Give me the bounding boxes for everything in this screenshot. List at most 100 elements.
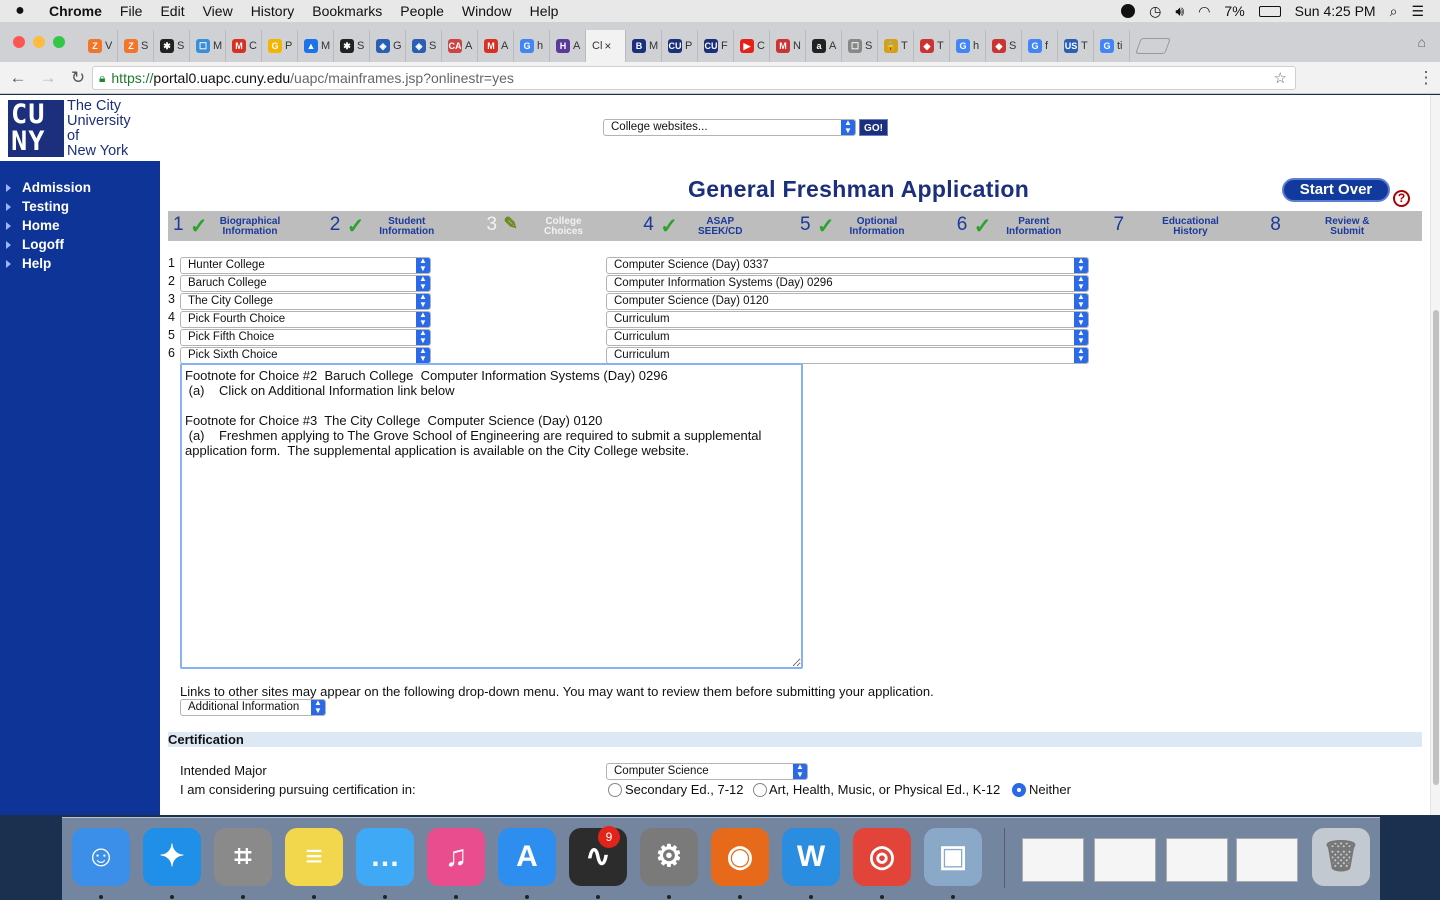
browser-tab[interactable]: MC bbox=[226, 30, 262, 62]
step-7[interactable]: 7 Educational History bbox=[1109, 211, 1266, 241]
battery-icon[interactable] bbox=[1258, 5, 1281, 17]
safari-icon[interactable]: ✦ bbox=[143, 828, 201, 886]
browser-tab[interactable]: ▲ M bbox=[298, 30, 334, 62]
college-choice-select[interactable]: Baruch College ▲ ▼ bbox=[180, 275, 431, 292]
close-window-icon[interactable] bbox=[13, 36, 25, 48]
finder-icon[interactable]: ☺ bbox=[72, 828, 130, 886]
sidebar-item-admission[interactable]: Admission bbox=[6, 178, 160, 197]
radio-secondary-ed-label[interactable]: Secondary Ed., 7-12 bbox=[625, 782, 744, 797]
browser-tab[interactable]: MA bbox=[478, 30, 514, 62]
menu-edit[interactable]: Edit bbox=[151, 3, 193, 19]
browser-tab[interactable]: Gh bbox=[950, 30, 986, 62]
browser-tab[interactable]: ✱ S bbox=[334, 30, 370, 62]
menu-history[interactable]: History bbox=[242, 3, 304, 19]
page-scrollbar[interactable] bbox=[1430, 95, 1440, 815]
time-machine-icon[interactable]: ◷ bbox=[1149, 3, 1161, 20]
browser-tab[interactable]: ◈ G bbox=[370, 30, 406, 62]
radio-secondary-ed[interactable] bbox=[608, 783, 622, 797]
wifi-icon[interactable]: ◠ bbox=[1198, 3, 1210, 20]
browser-tab[interactable]: HA bbox=[550, 30, 586, 62]
itunes-icon[interactable]: ♫ bbox=[427, 828, 485, 886]
menu-window[interactable]: Window bbox=[453, 3, 521, 19]
radio-neither-label[interactable]: Neither bbox=[1029, 782, 1071, 797]
forward-icon[interactable]: → bbox=[36, 68, 60, 88]
footnotes-textarea[interactable]: Footnote for Choice #2 Baruch College Co… bbox=[180, 363, 803, 669]
chrome-menu-icon[interactable]: ⋮ bbox=[1414, 68, 1438, 88]
step-3[interactable]: 3 ✎ College Choices bbox=[482, 211, 639, 241]
sidebar-item-home[interactable]: Home bbox=[6, 216, 160, 235]
college-choice-select[interactable]: Pick Fifth Choice ▲ ▼ bbox=[180, 329, 431, 346]
menu-clock[interactable]: Sun 4:25 PM bbox=[1295, 3, 1376, 19]
browser-tab[interactable]: Gti bbox=[1094, 30, 1130, 62]
browser-tab[interactable]: US T bbox=[1058, 30, 1094, 62]
calculator-icon[interactable]: ⌗ bbox=[214, 828, 272, 886]
program-choice-select[interactable]: Curriculum ▲ ▼ bbox=[606, 347, 1089, 364]
browser-tab[interactable]: ◆ S bbox=[986, 30, 1022, 62]
address-bar[interactable]: 🔒︎ https:// portal0.uapc.cuny.edu /uapc/… bbox=[92, 66, 1296, 90]
browser-tab[interactable]: aA bbox=[806, 30, 842, 62]
menu-people[interactable]: People bbox=[391, 3, 453, 19]
sidebar-item-logoff[interactable]: Logoff bbox=[6, 235, 160, 254]
minimized-window-thumbnail[interactable] bbox=[1094, 838, 1156, 882]
new-tab-button[interactable] bbox=[1135, 38, 1171, 54]
notes-icon[interactable]: ≡ bbox=[285, 828, 343, 886]
intended-major-select[interactable]: Computer Science ▲ ▼ bbox=[606, 763, 808, 780]
browser-tab[interactable]: BM bbox=[626, 30, 662, 62]
sidebar-item-help[interactable]: Help bbox=[6, 254, 160, 273]
minimize-window-icon[interactable] bbox=[33, 36, 45, 48]
word-icon[interactable]: W bbox=[782, 828, 840, 886]
radio-neither[interactable] bbox=[1012, 783, 1026, 797]
program-choice-select[interactable]: Computer Science (Day) 0337 ▲ ▼ bbox=[606, 257, 1089, 274]
college-choice-select[interactable]: The City College ▲ ▼ bbox=[180, 293, 431, 310]
chrome-icon[interactable]: ◎ bbox=[853, 828, 911, 886]
scrollbar-thumb[interactable] bbox=[1433, 310, 1439, 785]
volume-icon[interactable]: 🔊︎ bbox=[1175, 3, 1184, 20]
radio-art-health-music-label[interactable]: Art, Health, Music, or Physical Ed., K-1… bbox=[769, 782, 1000, 797]
browser-tab[interactable]: Cl × bbox=[586, 30, 626, 62]
browser-tab[interactable]: ◈ S bbox=[406, 30, 442, 62]
minimized-window-thumbnail[interactable] bbox=[1236, 838, 1298, 882]
step-1[interactable]: 1 ✓ Biographical Information bbox=[168, 211, 325, 241]
bookmark-star-icon[interactable]: ☆ bbox=[1274, 69, 1287, 87]
menu-view[interactable]: View bbox=[194, 3, 242, 19]
step-6[interactable]: 6 ✓ Parent Information bbox=[952, 211, 1109, 241]
help-icon[interactable]: ? bbox=[1393, 190, 1410, 207]
radio-art-health-music[interactable] bbox=[753, 783, 767, 797]
browser-tab[interactable]: 🔒 T bbox=[878, 30, 914, 62]
battery-percent[interactable]: 7% bbox=[1224, 3, 1244, 19]
college-choice-select[interactable]: Pick Sixth Choice ▲ ▼ bbox=[180, 347, 431, 364]
browser-tab[interactable]: GP bbox=[262, 30, 298, 62]
browser-tab[interactable]: Gh bbox=[514, 30, 550, 62]
browser-tab[interactable]: CU F bbox=[698, 30, 734, 62]
spotlight-icon[interactable]: ⌕ bbox=[1390, 3, 1398, 20]
apple-menu-icon[interactable]: ● bbox=[0, 2, 40, 20]
status-dot-icon[interactable] bbox=[1121, 4, 1136, 18]
messages-icon[interactable]: … bbox=[356, 828, 414, 886]
menu-file[interactable]: File bbox=[111, 3, 152, 19]
secure-lock-icon[interactable]: 🔒︎ bbox=[99, 71, 105, 86]
college-websites-select[interactable]: College websites... ▲ ▼ bbox=[603, 119, 856, 136]
menu-help[interactable]: Help bbox=[521, 3, 568, 19]
reload-icon[interactable]: ↻ bbox=[66, 68, 90, 88]
browser-tab[interactable]: CA A bbox=[442, 30, 478, 62]
zoom-window-icon[interactable] bbox=[53, 36, 65, 48]
program-choice-select[interactable]: Curriculum ▲ ▼ bbox=[606, 311, 1089, 328]
notification-center-icon[interactable]: ☰ bbox=[1411, 3, 1424, 20]
firefox-icon[interactable]: ◉ bbox=[711, 828, 769, 886]
step-5[interactable]: 5 ✓ Optional Information bbox=[795, 211, 952, 241]
go-button[interactable]: GO! bbox=[859, 119, 888, 136]
browser-tab[interactable]: ✱ S bbox=[154, 30, 190, 62]
step-2[interactable]: 2 ✓ Student Information bbox=[325, 211, 482, 241]
browser-tab[interactable]: CU P bbox=[662, 30, 698, 62]
system-preferences-icon[interactable]: ⚙ bbox=[640, 828, 698, 886]
college-choice-select[interactable]: Pick Fourth Choice ▲ ▼ bbox=[180, 311, 431, 328]
browser-tab[interactable]: ZV bbox=[82, 30, 118, 62]
program-choice-select[interactable]: Computer Information Systems (Day) 0296 ▲… bbox=[606, 275, 1089, 292]
browser-tab[interactable]: MN bbox=[770, 30, 806, 62]
browser-tab[interactable]: ▶ C bbox=[734, 30, 770, 62]
minimized-window-thumbnail[interactable] bbox=[1166, 838, 1228, 882]
app-store-icon[interactable]: A bbox=[498, 828, 556, 886]
minimized-window-thumbnail[interactable] bbox=[1022, 838, 1084, 882]
menu-bookmarks[interactable]: Bookmarks bbox=[303, 3, 391, 19]
profile-icon[interactable]: ⌂ bbox=[1418, 34, 1426, 50]
